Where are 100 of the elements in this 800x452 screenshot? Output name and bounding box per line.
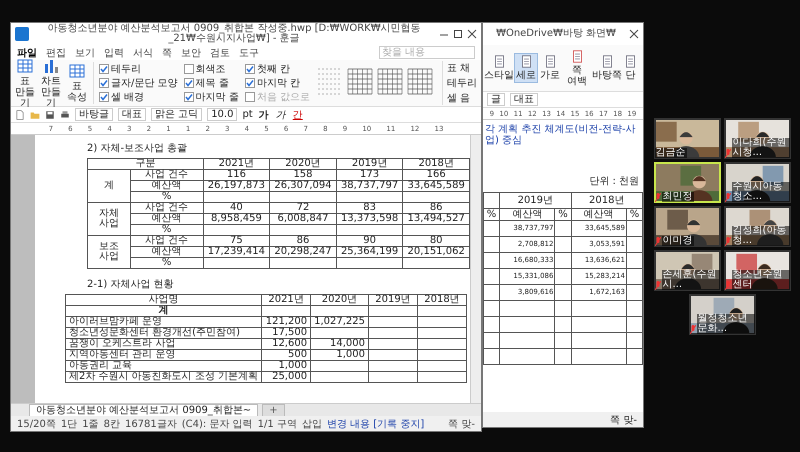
table-cell: 사업 건수	[130, 202, 204, 214]
table-header: 2020년	[270, 158, 336, 170]
table-header: 구분	[88, 158, 204, 170]
close-icon[interactable]	[629, 29, 639, 39]
zoom-fit-button[interactable]: 쪽 맞-	[610, 412, 637, 426]
table-cell: 75	[203, 236, 270, 246]
table-cell: 166	[402, 170, 470, 180]
participant-name: 이다희(수원시청...	[732, 138, 790, 158]
participant-name: 김성희(아동청...	[732, 226, 790, 246]
ribbon-checkbox[interactable]: 회색조	[184, 62, 239, 76]
menu-item[interactable]: 서식	[133, 46, 153, 60]
table-cell: 121,200	[262, 316, 311, 328]
toolbar-combo[interactable]: 대표	[510, 93, 538, 106]
table-header: %	[484, 208, 500, 220]
page-icon	[624, 55, 637, 68]
ribbon-checkbox[interactable]: 글자/문단 모양	[99, 76, 178, 90]
table-cell: 17,239,414	[203, 246, 270, 258]
table-cell: 사업 건수	[130, 236, 204, 246]
format-button[interactable]: 가	[258, 108, 270, 122]
table-cell: 20,151,062	[402, 246, 470, 258]
page-icon	[520, 55, 532, 68]
table-header: %	[626, 208, 642, 220]
ribbon-checkbox[interactable]: 테두리	[99, 62, 178, 76]
format-button[interactable]: 간	[292, 108, 304, 122]
table-header: 예산액	[571, 208, 626, 220]
ribbon-checkbox[interactable]: 첫째 칸	[244, 62, 310, 76]
scrollbar[interactable]	[470, 135, 481, 403]
ribbon-checkbox[interactable]: 제목 줄	[184, 76, 239, 90]
chart-icon	[43, 58, 60, 74]
table-cell: 17,500	[262, 328, 311, 338]
table-cell: 계	[66, 306, 262, 316]
table-header: 2018년	[402, 158, 470, 170]
table-cell: 8,958,459	[203, 214, 270, 224]
language-combo[interactable]: 대표	[118, 108, 146, 121]
document-tab[interactable]: +	[262, 404, 285, 416]
table-header: %	[554, 208, 572, 220]
participant-name: 수원시아동청소...	[732, 182, 790, 202]
ribbon-item[interactable]: 표 채	[446, 61, 477, 75]
ribbon-checkbox[interactable]: 마지막 칸	[244, 76, 310, 90]
page-icon	[544, 55, 556, 68]
ribbon-button[interactable]: 표 속성	[67, 63, 88, 103]
window-title: 아동청소년분야 예산분석보고서 0909_취합본 작성중.hwp [D:₩WORK₩시민협동_21₩수원시지사업₩] - 훈글	[46, 24, 422, 44]
zoom-fit-button[interactable]: 쪽 맞-	[448, 416, 475, 430]
menu-item[interactable]: 편집	[46, 46, 66, 60]
status-item: 1/1 구역	[258, 418, 297, 430]
status-item: (C4): 문자 입력	[182, 418, 253, 430]
document-tab[interactable]: 아동청소년분야 예산분석보고서 0909_취합본~	[29, 404, 258, 416]
table-cell: 25,000	[262, 372, 311, 382]
ribbon-item[interactable]: 테두리	[446, 76, 477, 90]
status-item: 변경 내용 [기록 중지]	[326, 418, 424, 430]
menu-item[interactable]: 도구	[239, 46, 259, 60]
window-title: ₩OneDrive₩바탕 화면₩	[495, 29, 617, 39]
menu-item[interactable]: 검토	[210, 46, 230, 60]
ribbon-checkbox[interactable]: 마지막 줄	[184, 90, 239, 104]
participant-name: 최민정	[662, 192, 694, 202]
table-cell: 1,000	[262, 360, 311, 372]
menu-item[interactable]: 입력	[104, 46, 124, 60]
table-cell: %	[130, 192, 204, 202]
paragraph-style-combo[interactable]: 바탕글	[75, 108, 113, 121]
unit-label[interactable]: pt	[242, 109, 253, 120]
ribbon-button[interactable]: 쪽 여백	[562, 48, 592, 88]
ribbon-button[interactable]: 차트 만들기	[41, 58, 62, 108]
table-header: 2021년	[203, 158, 270, 170]
table-header: 사업명	[66, 294, 262, 306]
table-cell: 72	[270, 202, 336, 214]
ribbon-checkbox[interactable]: 셀 배경	[99, 90, 178, 104]
table-icon	[69, 63, 86, 79]
table-cell: 26,197,873	[203, 180, 270, 192]
table-header: 2019년	[368, 294, 418, 306]
table-cell: 86	[402, 202, 470, 214]
table-cell: 아동권리 교육	[66, 360, 262, 372]
status-item: 16781글자	[124, 418, 177, 430]
menu-item[interactable]: 보기	[75, 46, 95, 60]
save-icon	[45, 110, 55, 120]
table-cell: 자체 사업	[88, 202, 130, 236]
table-header: 2020년	[310, 294, 368, 306]
maximize-icon[interactable]	[453, 29, 463, 39]
ribbon-button[interactable]: 세로	[514, 53, 538, 83]
table-cell: 26,307,094	[270, 180, 336, 192]
table-cell: 173	[336, 170, 403, 180]
ribbon-button[interactable]: 단	[622, 53, 639, 83]
search-field[interactable]: 찾을 내용	[379, 46, 475, 59]
format-button[interactable]: 가	[274, 108, 287, 122]
close-icon[interactable]	[467, 29, 477, 39]
table-cell: %	[130, 224, 204, 236]
table-cell: 86	[270, 236, 336, 246]
ribbon-button[interactable]: 바탕쪽	[592, 53, 622, 83]
font-size-field[interactable]: 10.0	[207, 108, 238, 121]
menu-item[interactable]: 쪽	[162, 46, 172, 60]
font-combo[interactable]: 맑은 고딕	[151, 108, 202, 121]
table-cell: 33,645,589	[402, 180, 470, 192]
ribbon-button[interactable]: 가로	[538, 53, 562, 83]
table-cell: 25,364,199	[336, 246, 403, 258]
toolbar-combo[interactable]: 글	[487, 93, 505, 106]
status-item: 삽입	[302, 418, 322, 430]
menu-item[interactable]: 파일	[17, 46, 37, 60]
ribbon-button[interactable]: 스타일	[484, 53, 514, 83]
ribbon-item[interactable]: 셀 음	[446, 91, 477, 105]
table-cell: 예산액	[130, 180, 204, 192]
menu-item[interactable]: 보안	[181, 46, 201, 60]
